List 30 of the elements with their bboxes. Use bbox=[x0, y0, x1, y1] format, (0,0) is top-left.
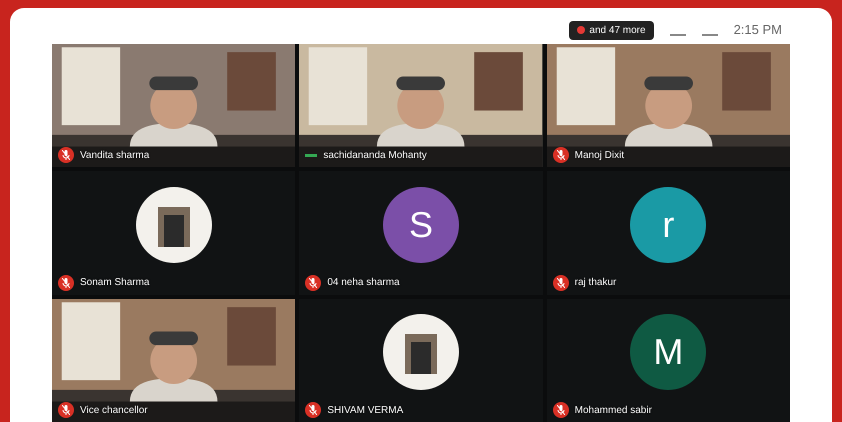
participant-tile[interactable]: r raj thakur bbox=[546, 171, 790, 295]
participant-tile[interactable]: Manoj Dixit bbox=[546, 44, 790, 168]
participant-tile[interactable]: Vice chancellor bbox=[52, 298, 296, 422]
avatar-initial: r bbox=[630, 186, 706, 263]
speaking-icon bbox=[305, 154, 318, 158]
participant-tile[interactable]: sachidananda Mohanty bbox=[299, 44, 543, 168]
participants-chip[interactable]: and 47 more bbox=[569, 20, 654, 40]
participant-tile[interactable]: Sonam Sharma bbox=[52, 171, 296, 295]
participant-name: Vice chancellor bbox=[80, 404, 148, 418]
participant-name: Manoj Dixit bbox=[574, 148, 624, 163]
mic-off-icon bbox=[305, 402, 322, 418]
participant-name: Sonam Sharma bbox=[80, 276, 150, 290]
mic-off-icon bbox=[305, 274, 322, 291]
avatar-initial: S bbox=[382, 186, 459, 263]
participant-name: Mohammed sabir bbox=[574, 404, 652, 418]
participant-name: SHIVAM VERMA bbox=[327, 404, 404, 418]
participant-tile[interactable]: S 04 neha sharma bbox=[299, 171, 543, 295]
participant-tile[interactable]: Vandita sharma bbox=[52, 44, 296, 168]
participants-label: and 47 more bbox=[589, 24, 646, 38]
mic-off-icon bbox=[58, 274, 74, 291]
participant-tile[interactable]: M Mohammed sabir bbox=[546, 298, 790, 422]
participant-name: Vandita sharma bbox=[80, 148, 150, 163]
avatar-initial: M bbox=[630, 314, 706, 390]
participant-name: 04 neha sharma bbox=[327, 276, 400, 290]
mic-off-icon bbox=[552, 274, 569, 291]
participant-name: raj thakur bbox=[574, 276, 616, 290]
participant-name: sachidananda Mohanty bbox=[323, 149, 427, 164]
participant-tile[interactable]: SHIVAM VERMA bbox=[299, 298, 543, 422]
clock-time: 2:15 PM bbox=[734, 21, 782, 40]
mic-off-icon bbox=[552, 402, 569, 418]
